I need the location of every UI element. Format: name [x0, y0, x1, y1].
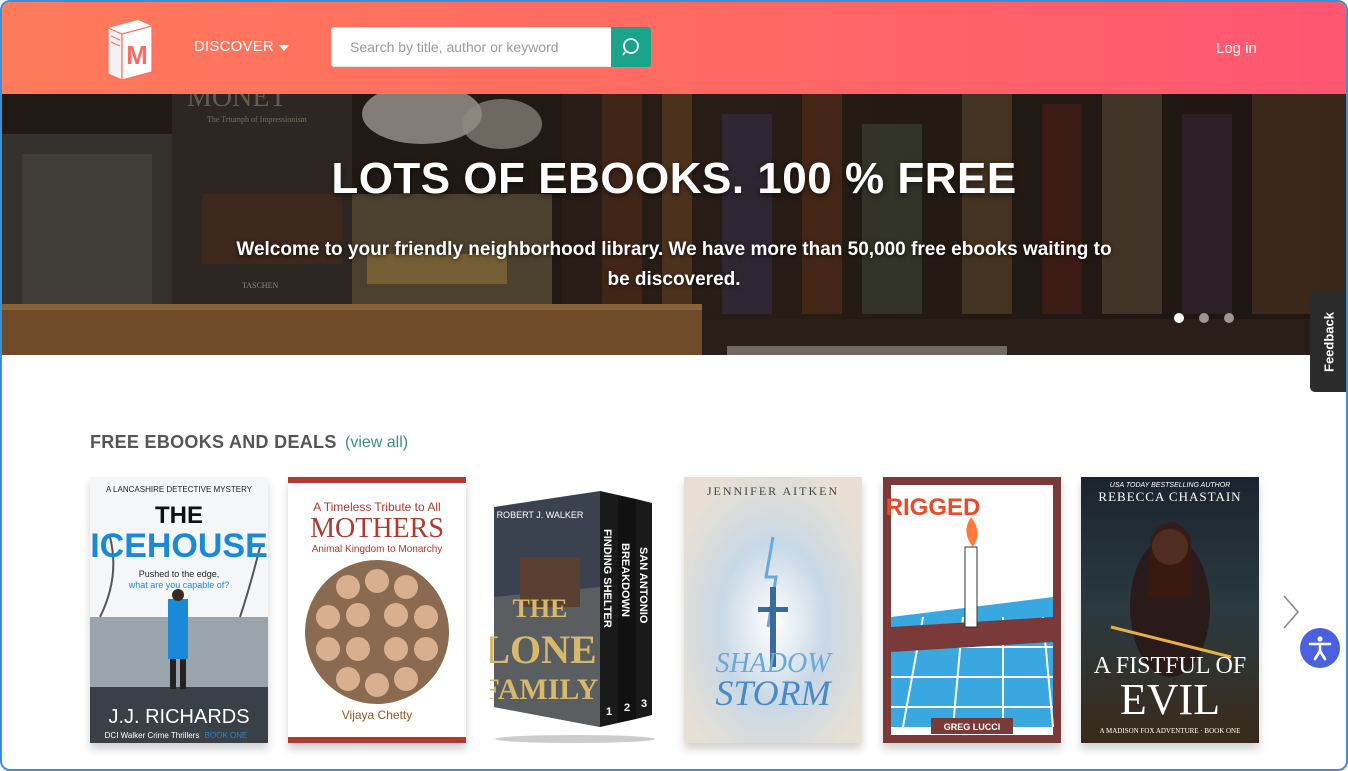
- svg-text:Animal Kingdom to Monarchy: Animal Kingdom to Monarchy: [312, 544, 443, 555]
- svg-text:BOOK ONE: BOOK ONE: [205, 731, 248, 740]
- svg-text:2: 2: [624, 702, 630, 714]
- svg-text:A Timeless Tribute to All: A Timeless Tribute to All: [313, 500, 440, 514]
- book-cover-rigged: RIGGED GREG LUCCI: [883, 477, 1061, 743]
- login-link[interactable]: Log in: [1216, 40, 1257, 57]
- book-card-icehouse[interactable]: A LANCASHIRE DETECTIVE MYSTERY THE ICEHO…: [90, 477, 268, 743]
- svg-text:THE: THE: [513, 594, 568, 623]
- logo-letter: M: [126, 40, 148, 70]
- search-button[interactable]: [611, 27, 651, 67]
- search-icon: [622, 38, 639, 56]
- book-card-lone-family[interactable]: ROBERT J. WALKER THE LONE FAMILY FINDING…: [490, 477, 668, 743]
- svg-text:FINDING SHELTER: FINDING SHELTER: [601, 529, 613, 628]
- svg-text:FAMILY: FAMILY: [490, 673, 599, 706]
- svg-text:LONE: LONE: [490, 627, 597, 672]
- svg-text:THE: THE: [155, 502, 203, 529]
- svg-text:JENNIFER AITKEN: JENNIFER AITKEN: [707, 484, 839, 498]
- svg-text:GREG LUCCI: GREG LUCCI: [944, 722, 1001, 732]
- book-card-rigged[interactable]: RIGGED GREG LUCCI: [883, 477, 1061, 743]
- book-card-fistful-of-evil[interactable]: USA TODAY BESTSELLING AUTHOR REBECCA CHA…: [1081, 477, 1259, 743]
- section-title: FREE EBOOKS AND DEALS: [90, 432, 337, 452]
- book-card-mothers[interactable]: A Timeless Tribute to All MOTHERS Animal…: [288, 477, 466, 743]
- svg-text:EVIL: EVIL: [1120, 675, 1220, 724]
- feedback-label: Feedback: [1321, 311, 1337, 372]
- accessibility-button[interactable]: [1300, 628, 1340, 668]
- book-cover-mothers: A Timeless Tribute to All MOTHERS Animal…: [288, 477, 466, 743]
- book-cover-lone-family: ROBERT J. WALKER THE LONE FAMILY FINDING…: [490, 477, 668, 743]
- svg-text:RIGGED: RIGGED: [886, 494, 981, 521]
- search-input[interactable]: [331, 27, 611, 67]
- svg-text:A MADISON FOX ADVENTURE · BOOK: A MADISON FOX ADVENTURE · BOOK ONE: [1100, 727, 1241, 735]
- svg-text:DCI Walker Crime Thrillers: DCI Walker Crime Thrillers: [105, 731, 200, 740]
- svg-text:ROBERT J. WALKER: ROBERT J. WALKER: [497, 510, 584, 520]
- svg-text:SAN ANTONIO: SAN ANTONIO: [637, 547, 649, 624]
- svg-text:REBECCA CHASTAIN: REBECCA CHASTAIN: [1098, 489, 1241, 504]
- svg-text:MOTHERS: MOTHERS: [310, 513, 444, 544]
- book-cover-fistful-of-evil: USA TODAY BESTSELLING AUTHOR REBECCA CHA…: [1081, 477, 1259, 743]
- hero-subtitle: Welcome to your friendly neighborhood li…: [236, 239, 1112, 290]
- book-cover-icehouse: A LANCASHIRE DETECTIVE MYSTERY THE ICEHO…: [90, 477, 268, 743]
- feedback-tab[interactable]: Feedback: [1310, 291, 1346, 392]
- book-card-shadow-storm[interactable]: JENNIFER AITKEN SHADOW STORM: [684, 477, 862, 743]
- hero-title: LOTS OF EBOOKS. 100 % FREE: [331, 154, 1017, 203]
- svg-text:ICEHOUSE: ICEHOUSE: [90, 527, 268, 565]
- svg-text:Pushed to the edge,: Pushed to the edge,: [139, 569, 220, 579]
- book-cover-shadow-storm: JENNIFER AITKEN SHADOW STORM: [684, 477, 862, 743]
- svg-text:1: 1: [606, 706, 612, 718]
- site-logo[interactable]: M: [104, 16, 154, 81]
- svg-text:what are you capable of?: what are you capable of?: [128, 580, 230, 590]
- view-all-link[interactable]: (view all): [345, 434, 408, 452]
- discover-label: DISCOVER: [194, 38, 274, 55]
- svg-text:Vijaya Chetty: Vijaya Chetty: [342, 708, 412, 722]
- carousel-dot-2[interactable]: [1199, 313, 1209, 323]
- svg-text:USA TODAY BESTSELLING AUTHOR: USA TODAY BESTSELLING AUTHOR: [1110, 482, 1230, 489]
- hero-banner: MONET The Triumph of Impressionism TASCH…: [2, 94, 1346, 355]
- chevron-right-icon: [1283, 595, 1300, 629]
- search-bar: [331, 27, 651, 67]
- chevron-down-icon: [278, 44, 289, 51]
- discover-menu[interactable]: DISCOVER: [194, 38, 289, 55]
- svg-text:3: 3: [641, 698, 647, 710]
- carousel-dot-3[interactable]: [1224, 313, 1234, 323]
- carousel-next-button[interactable]: [1280, 592, 1302, 632]
- svg-text:BREAKDOWN: BREAKDOWN: [619, 543, 631, 617]
- svg-text:STORM: STORM: [715, 673, 832, 713]
- accessibility-icon: [1308, 636, 1332, 661]
- svg-text:A LANCASHIRE DETECTIVE MYSTERY: A LANCASHIRE DETECTIVE MYSTERY: [106, 485, 253, 494]
- carousel-dots: [1174, 313, 1234, 323]
- site-header: M DISCOVER Log in: [2, 2, 1346, 94]
- browser-frame: M DISCOVER Log in: [0, 0, 1348, 771]
- carousel-dot-1[interactable]: [1174, 313, 1184, 323]
- hero-background-image: MONET The Triumph of Impressionism TASCH…: [2, 94, 1346, 355]
- svg-text:J.J. RICHARDS: J.J. RICHARDS: [108, 706, 249, 728]
